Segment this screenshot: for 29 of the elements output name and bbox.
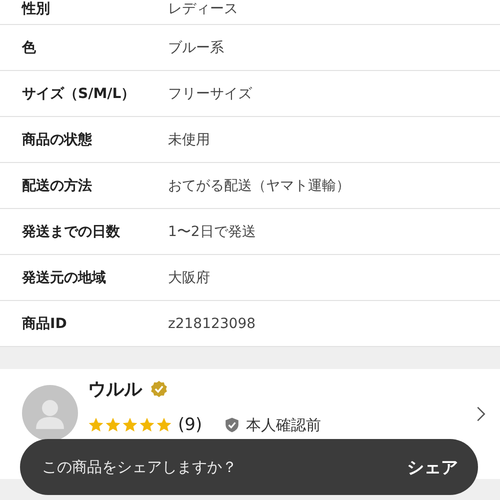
detail-value: フリーサイズ bbox=[168, 84, 252, 102]
detail-value: z218123098 bbox=[168, 316, 256, 332]
chevron-right-icon bbox=[476, 405, 486, 423]
seller-name: ウルル bbox=[88, 378, 142, 401]
detail-value: 未使用 bbox=[168, 130, 210, 148]
detail-label: 発送元の地域 bbox=[22, 268, 107, 286]
detail-label: 配送の方法 bbox=[22, 176, 93, 194]
star-icon bbox=[88, 417, 104, 433]
share-button[interactable]: シェア bbox=[401, 454, 464, 480]
detail-label: 商品ID bbox=[22, 314, 68, 332]
identity-status: 本人確認前 bbox=[246, 416, 322, 434]
detail-value: 大阪府 bbox=[168, 268, 210, 286]
toast-message: この商品をシェアしますか？ bbox=[42, 458, 237, 476]
detail-label: 発送までの日数 bbox=[22, 222, 121, 240]
detail-value: ブルー系 bbox=[168, 38, 224, 56]
detail-value: レディース bbox=[168, 0, 238, 18]
star-icon bbox=[122, 417, 138, 433]
detail-label: 性別 bbox=[22, 0, 51, 18]
detail-value: 1〜2日で発送 bbox=[168, 222, 256, 240]
detail-label: 商品の状態 bbox=[22, 130, 93, 148]
star-icon bbox=[156, 417, 172, 433]
star-icon bbox=[105, 417, 121, 433]
detail-label: 色 bbox=[22, 38, 37, 56]
detail-label: サイズ（S/M/L） bbox=[22, 84, 136, 102]
detail-value: おてがる配送（ヤマト運輸） bbox=[168, 176, 350, 194]
review-count: (9) bbox=[178, 415, 202, 435]
avatar-icon bbox=[22, 385, 78, 441]
shield-check-icon bbox=[224, 417, 240, 433]
star-icon bbox=[139, 417, 155, 433]
